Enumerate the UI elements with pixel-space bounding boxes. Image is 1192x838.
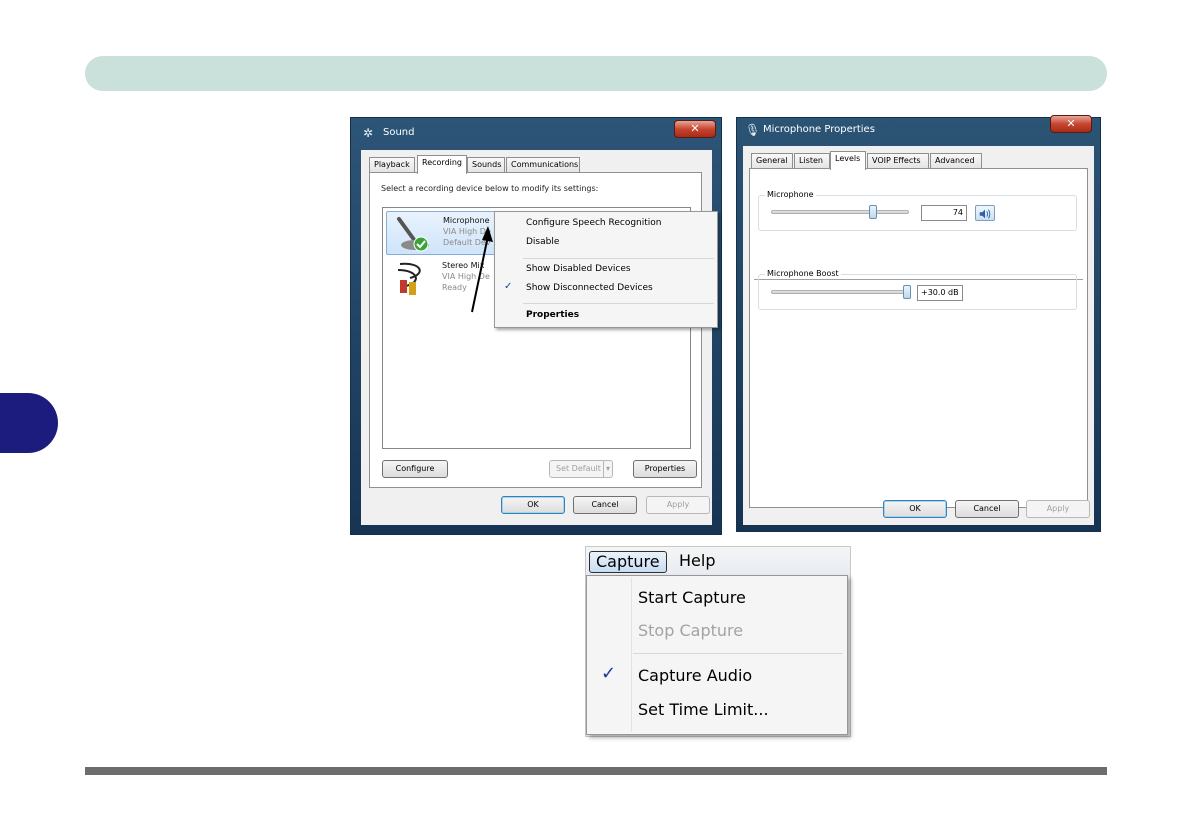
- instruction-text: Select a recording device below to modif…: [381, 184, 599, 193]
- set-default-label: Set Default: [556, 464, 601, 473]
- cancel-button[interactable]: Cancel: [955, 500, 1019, 518]
- menu-separator: [523, 258, 714, 259]
- mic-title: Microphone Properties: [763, 124, 875, 135]
- boost-slider-thumb[interactable]: [903, 285, 911, 299]
- set-default-button[interactable]: Set Default ▾: [549, 460, 613, 478]
- microphone-level-input[interactable]: 74: [921, 205, 967, 221]
- menu-item-show-disabled[interactable]: Show Disabled Devices: [526, 264, 631, 274]
- footer-rule: [85, 767, 1107, 775]
- checkmark-icon: ✓: [601, 663, 617, 684]
- tab-general[interactable]: General: [751, 153, 793, 169]
- microphone-icon: 🎙: [745, 123, 761, 137]
- menu-item-stop-capture[interactable]: Stop Capture: [638, 621, 743, 640]
- sound-client-area: Playback Recording Sounds Communications…: [361, 150, 712, 525]
- menu-bar: Capture Help: [586, 547, 850, 577]
- mic-client-area: General Listen Levels VOIP Effects Advan…: [743, 146, 1094, 525]
- menu-item-configure-speech[interactable]: Configure Speech Recognition: [526, 218, 662, 228]
- mic-titlebar[interactable]: 🎙 Microphone Properties ✕: [737, 115, 1100, 148]
- tab-sounds[interactable]: Sounds: [467, 157, 505, 173]
- apply-button[interactable]: Apply: [646, 496, 710, 514]
- menu-separator: [523, 303, 714, 304]
- sound-titlebar[interactable]: ✲ Sound ✕: [351, 118, 721, 148]
- tab-voip-effects[interactable]: VOIP Effects: [867, 153, 929, 169]
- chapter-tab: [0, 393, 58, 453]
- close-button[interactable]: ✕: [674, 120, 716, 138]
- menu-help[interactable]: Help: [673, 551, 721, 573]
- sound-title: Sound: [383, 127, 415, 138]
- menu-separator: [633, 653, 843, 654]
- microphone-group: Microphone 74: [758, 190, 1077, 231]
- tab-listen[interactable]: Listen: [794, 153, 830, 169]
- microphone-icon: [397, 217, 429, 252]
- ok-button[interactable]: OK: [501, 496, 565, 514]
- ok-button[interactable]: OK: [883, 500, 947, 518]
- levels-panel: Microphone 74 Microphone Boost +30.0 dB: [749, 168, 1088, 508]
- tab-communications[interactable]: Communications: [506, 157, 580, 173]
- menu-item-set-time-limit[interactable]: Set Time Limit...: [638, 700, 769, 719]
- boost-value: +30.0 dB: [917, 285, 963, 301]
- close-button[interactable]: ✕: [1050, 115, 1092, 133]
- menu-capture[interactable]: Capture: [589, 551, 667, 573]
- tab-recording[interactable]: Recording: [417, 155, 467, 174]
- microphone-slider-thumb[interactable]: [869, 205, 878, 219]
- tab-levels[interactable]: Levels: [830, 151, 866, 170]
- speaker-icon: [979, 209, 991, 219]
- microphone-slider[interactable]: [771, 210, 909, 214]
- checkmark-icon: ✓: [504, 281, 513, 292]
- mute-button[interactable]: [975, 205, 995, 221]
- apply-button[interactable]: Apply: [1026, 500, 1090, 518]
- microphone-properties-dialog: 🎙 Microphone Properties ✕ General Listen…: [736, 115, 1101, 532]
- close-icon: ✕: [1066, 117, 1076, 130]
- menu-item-show-disconnected[interactable]: Show Disconnected Devices: [526, 283, 653, 293]
- tab-advanced[interactable]: Advanced: [930, 153, 982, 169]
- tab-playback[interactable]: Playback: [369, 157, 415, 173]
- pointer-arrow-icon: [471, 226, 493, 313]
- header-banner: [85, 56, 1107, 91]
- boost-group: Microphone Boost +30.0 dB: [758, 269, 1077, 310]
- rca-cable-icon: [397, 262, 421, 295]
- speaker-icon: ✲: [363, 126, 374, 140]
- device-context-menu: Configure Speech Recognition Disable Sho…: [494, 211, 718, 328]
- capture-dropdown-menu: Start Capture Stop Capture ✓ Capture Aud…: [586, 575, 848, 735]
- menu-item-disable[interactable]: Disable: [526, 237, 559, 247]
- capture-app-window: Capture Help Start Capture Stop Capture …: [585, 546, 851, 737]
- menu-item-properties[interactable]: Properties: [526, 310, 579, 320]
- boost-label: Microphone Boost: [765, 269, 841, 278]
- cancel-button[interactable]: Cancel: [573, 496, 637, 514]
- menu-item-capture-audio[interactable]: Capture Audio: [638, 666, 752, 685]
- menu-gutter: [631, 578, 632, 732]
- chevron-down-icon: ▾: [602, 461, 610, 477]
- configure-button[interactable]: Configure: [382, 460, 448, 478]
- microphone-label: Microphone: [765, 190, 816, 199]
- menu-item-start-capture[interactable]: Start Capture: [638, 588, 746, 607]
- boost-slider[interactable]: [771, 290, 907, 294]
- properties-button[interactable]: Properties: [633, 460, 697, 478]
- close-icon: ✕: [690, 122, 700, 135]
